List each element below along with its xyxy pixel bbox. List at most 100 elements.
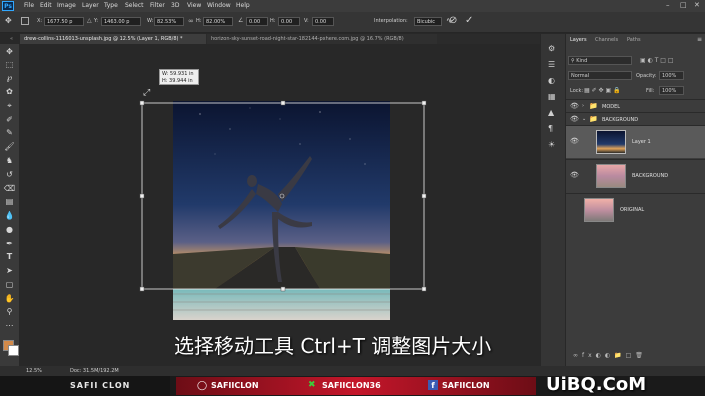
banner-xbox-handle: SAFIICLON36 — [322, 381, 381, 390]
site-watermark: UiBQ.CoM — [546, 374, 647, 395]
properties-panel-icon[interactable]: ☰ — [548, 60, 555, 69]
minimize-icon[interactable]: – — [666, 1, 670, 9]
cancel-transform-icon[interactable]: ⊘ — [449, 15, 457, 26]
expand-chevron-icon[interactable]: ⌄ — [582, 116, 586, 122]
menu-filter[interactable]: Filter — [150, 2, 165, 9]
interpolation-select[interactable]: Bicubic — [414, 17, 442, 26]
dodge-tool-icon[interactable]: ● — [3, 224, 16, 235]
delta-icon[interactable]: △ — [87, 17, 92, 24]
menu-help[interactable]: Help — [236, 2, 250, 9]
banner-instagram-handle: SAFIICLON — [211, 381, 259, 390]
maximize-icon[interactable]: □ — [680, 1, 687, 9]
layer-row-group[interactable]: 👁 › 📁 MODEL — [566, 99, 705, 113]
menu-image[interactable]: Image — [57, 2, 76, 9]
lock-icons[interactable]: ▦ ✐ ✥ ▣ 🔒 — [584, 87, 621, 94]
character-panel-icon[interactable]: ▲ — [548, 108, 554, 117]
layer-row-selected[interactable]: 👁 Layer 1 — [566, 125, 705, 158]
zoom-tool-icon[interactable]: ⚲ — [3, 306, 16, 317]
layer-row[interactable]: ORIGINAL — [566, 193, 705, 226]
adjustments-panel-icon[interactable]: ◐ — [548, 76, 555, 85]
fill-field[interactable]: 100% — [659, 86, 684, 95]
zoom-level[interactable]: 12.5% — [26, 368, 42, 374]
vertical-skew-field[interactable]: 0.00 — [312, 17, 334, 26]
search-icon: ⚲ — [571, 58, 575, 64]
tab-layers[interactable]: Layers — [570, 37, 587, 43]
move-tool-icon[interactable]: ✥ — [3, 46, 16, 57]
blend-mode-select[interactable]: Normal — [568, 71, 632, 80]
hand-tool-icon[interactable]: ✋ — [3, 293, 16, 304]
layer-name: BACKGROUND — [632, 173, 669, 179]
menu-select[interactable]: Select — [125, 2, 144, 9]
visibility-eye-icon[interactable]: 👁 — [570, 115, 579, 123]
quick-select-tool-icon[interactable]: ✿ — [3, 86, 16, 97]
expand-chevron-icon[interactable]: › — [582, 103, 584, 109]
clone-stamp-tool-icon[interactable]: ♞ — [3, 155, 16, 166]
document-canvas[interactable] — [20, 44, 540, 366]
panel-collapse-icon[interactable]: « — [10, 36, 13, 42]
folder-icon: 📁 — [589, 115, 598, 123]
eraser-tool-icon[interactable]: ⌫ — [3, 183, 16, 194]
menu-view[interactable]: View — [187, 2, 201, 9]
link-icon[interactable]: ∞ — [188, 17, 194, 25]
layer-thumbnail — [596, 164, 626, 188]
visibility-eye-icon[interactable]: 👁 — [570, 171, 579, 179]
menu-layer[interactable]: Layer — [82, 2, 99, 9]
banner-facebook-handle: SAFIICLON — [442, 381, 490, 390]
background-color-swatch[interactable] — [8, 345, 19, 356]
paragraph-panel-icon[interactable]: ¶ — [548, 124, 553, 133]
crop-tool-icon[interactable]: ⌖ — [3, 100, 16, 111]
rectangle-tool-icon[interactable]: ▢ — [3, 279, 16, 290]
layer-actions-bar[interactable]: ∞fx◐◐📁□🗑 — [573, 352, 647, 359]
menu-3d[interactable]: 3D — [171, 2, 179, 9]
menu-edit[interactable]: Edit — [40, 2, 52, 9]
panel-menu-icon[interactable]: ≡ — [697, 36, 702, 43]
layer-filter-kind-select[interactable]: ⚲ Kind — [568, 56, 632, 65]
path-selection-tool-icon[interactable]: ➤ — [3, 265, 16, 276]
more-tools-icon[interactable]: ⋯ — [3, 320, 16, 331]
layer-row[interactable]: 👁 BACKGROUND — [566, 159, 705, 192]
blur-tool-icon[interactable]: 💧 — [3, 210, 16, 221]
move-tool-preset-icon[interactable]: ✥ — [5, 16, 12, 25]
pen-tool-icon[interactable]: ✒ — [3, 238, 16, 249]
facebook-icon: f — [428, 380, 438, 390]
eyedropper-tool-icon[interactable]: ✐ — [3, 114, 16, 125]
lasso-tool-icon[interactable]: ℘ — [3, 72, 16, 83]
y-position-field[interactable]: 1463.00 p — [101, 17, 141, 26]
history-brush-tool-icon[interactable]: ↺ — [3, 169, 16, 180]
rotate-angle-field[interactable]: 0.00 — [246, 17, 268, 26]
opacity-field[interactable]: 100% — [659, 71, 684, 80]
kind-label: Kind — [576, 58, 588, 64]
handle-top-center — [280, 100, 286, 106]
interpolation-label: Interpolation: — [374, 18, 408, 24]
x-position-field[interactable]: 1677.50 p — [44, 17, 84, 26]
width-field[interactable]: 82.53% — [154, 17, 184, 26]
marquee-tool-icon[interactable]: ⬚ — [3, 59, 16, 70]
tab-channels[interactable]: Channels — [595, 37, 618, 43]
commit-transform-icon[interactable]: ✓ — [465, 15, 473, 26]
gradient-tool-icon[interactable]: ▤ — [3, 196, 16, 207]
menu-file[interactable]: File — [24, 2, 34, 9]
layer-row-group[interactable]: 👁 ⌄ 📁 BACKGROUND — [566, 112, 705, 126]
history-panel-icon[interactable]: ⚙ — [548, 44, 555, 53]
visibility-eye-icon[interactable]: 👁 — [570, 137, 579, 145]
filter-type-icons[interactable]: ▣ ◐ T □ □ — [640, 57, 674, 64]
transform-readout-tooltip: W: 59.931 in H: 39.944 in — [159, 69, 199, 85]
brush-tool-icon[interactable]: 🖌 — [3, 141, 16, 152]
menu-type[interactable]: Type — [104, 2, 118, 9]
photoshop-app-icon[interactable]: Ps — [2, 1, 14, 11]
handle-middle-left — [139, 193, 145, 199]
height-field[interactable]: 82.00% — [203, 17, 233, 26]
horizontal-skew-field[interactable]: 0.00 — [278, 17, 300, 26]
menu-window[interactable]: Window — [207, 2, 231, 9]
document-tab-active[interactable]: drew-collins-1116013-unsplash.jpg @ 12.5… — [20, 34, 206, 44]
healing-brush-tool-icon[interactable]: ✎ — [3, 127, 16, 138]
close-icon[interactable]: ✕ — [694, 1, 700, 9]
visibility-eye-icon[interactable]: 👁 — [570, 102, 579, 110]
reference-point-icon[interactable] — [21, 17, 29, 25]
document-tab[interactable]: horizon-sky-sunset-road-night-star-18214… — [207, 34, 437, 44]
layers-panel-icon[interactable]: ▦ — [548, 92, 556, 101]
tab-paths[interactable]: Paths — [627, 37, 641, 43]
document-tab-label: horizon-sky-sunset-road-night-star-18214… — [211, 36, 404, 42]
type-tool-icon[interactable]: T — [3, 251, 16, 262]
styles-panel-icon[interactable]: ☀ — [548, 140, 555, 149]
